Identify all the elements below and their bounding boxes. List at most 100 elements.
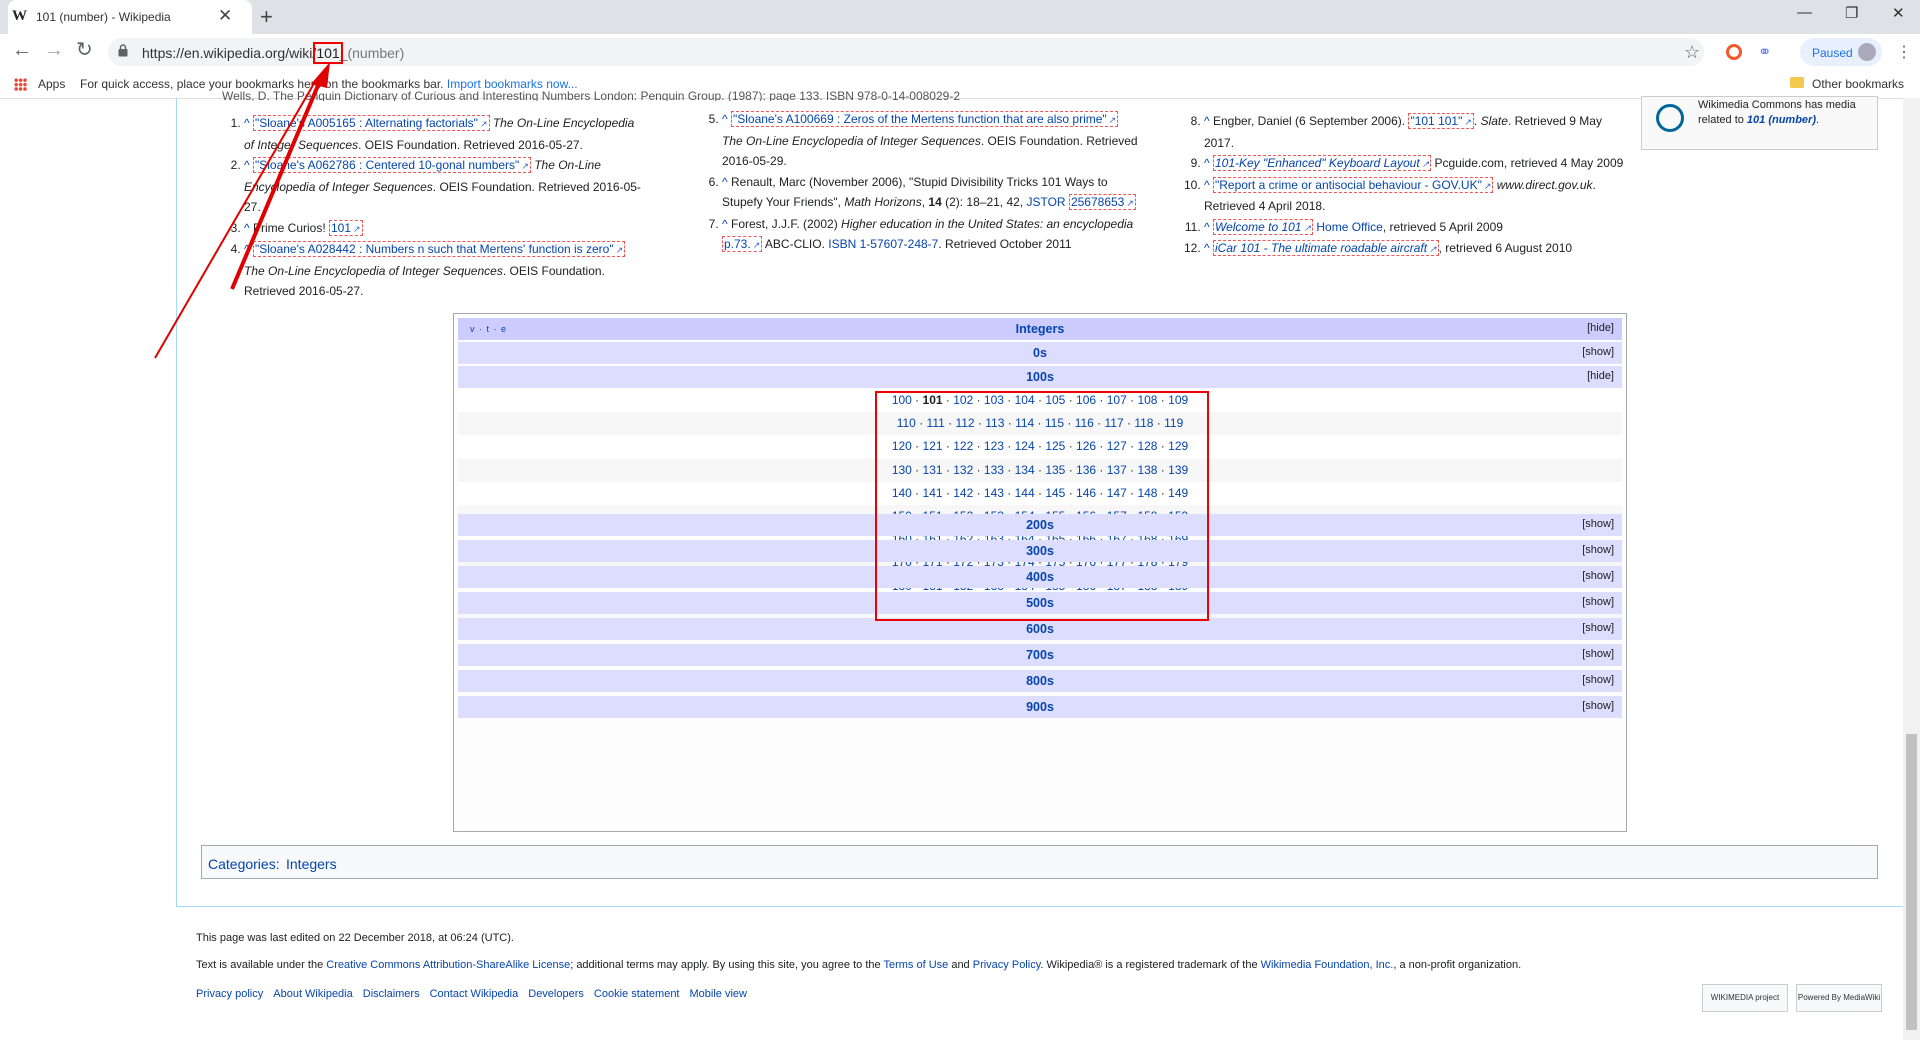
navbox-group-0s: 0s [show] — [458, 342, 1622, 364]
license-text: Text is available under the Creative Com… — [196, 959, 1521, 971]
wikimedia-badge[interactable]: WIKIMEDIA project — [1702, 984, 1788, 1012]
group-toggle[interactable]: [show] — [1582, 570, 1614, 582]
forward-button[interactable]: → — [44, 40, 64, 60]
isbn-link[interactable]: ISBN 1-57607-248-7 — [828, 237, 938, 251]
reference-text: , retrieved 6 August 2010 — [1438, 241, 1573, 255]
footer-link[interactable]: Developers — [528, 988, 584, 1000]
other-bookmarks[interactable]: Other bookmarks — [1812, 77, 1904, 91]
reference-link[interactable]: Welcome to 101 — [1212, 218, 1314, 235]
group-toggle[interactable]: [show] — [1582, 700, 1614, 712]
reference-text: ABC-CLIO. — [762, 237, 829, 251]
navbox-group-900s: 900s [show] — [458, 696, 1622, 718]
extension-ring-icon[interactable] — [1726, 44, 1742, 60]
new-tab-button[interactable]: + — [260, 4, 273, 30]
category-links — [201, 845, 1878, 879]
reference-link[interactable]: 101-Key "Enhanced" Keyboard Layout — [1212, 155, 1432, 171]
group-toggle[interactable]: [show] — [1582, 674, 1614, 686]
group-toggle[interactable]: [show] — [1582, 648, 1614, 660]
cite-backlink[interactable]: ^ — [244, 242, 250, 256]
trademark-pre: . Wikipedia® is a registered trademark o… — [1040, 959, 1261, 971]
mediawiki-badge[interactable]: Powered By MediaWiki — [1796, 984, 1882, 1012]
privacy-policy-link[interactable]: Privacy Policy — [973, 959, 1041, 971]
reload-button[interactable]: ↻ — [76, 40, 93, 60]
apps-label[interactable]: Apps — [38, 77, 65, 91]
cite-backlink[interactable]: ^ — [1204, 220, 1210, 234]
reference-text: , retrieved 5 April 2009 — [1382, 219, 1503, 234]
cite-backlink[interactable]: ^ — [722, 175, 728, 189]
group-toggle[interactable]: [show] — [1582, 346, 1614, 358]
reference-1: ^ "Sloane's A005165 : Alternating factor… — [244, 113, 642, 155]
avatar[interactable] — [1858, 43, 1876, 61]
url-highlight: 101 — [313, 42, 343, 64]
reference-link[interactable]: "Sloane's A100669 : Zeros of the Mertens… — [730, 111, 1119, 127]
jstor-id-link[interactable]: 25678653 — [1068, 194, 1136, 210]
minimize-icon[interactable]: — — [1797, 4, 1812, 21]
group-label[interactable]: 700s — [458, 648, 1622, 662]
cite-backlink[interactable]: ^ — [244, 158, 250, 172]
reference-link[interactable]: "101 101" — [1408, 113, 1474, 129]
apps-grid-icon[interactable] — [14, 78, 27, 91]
cite-backlink[interactable]: ^ — [244, 116, 250, 130]
reference-5: ^ "Sloane's A100669 : Zeros of the Merte… — [722, 109, 1140, 172]
group-toggle[interactable]: [show] — [1582, 622, 1614, 634]
scrollbar-thumb[interactable] — [1906, 734, 1917, 1030]
cite-backlink[interactable]: ^ — [722, 112, 728, 126]
bookmark-star-icon[interactable]: ☆ — [1684, 42, 1700, 63]
reference-text: Forest, J.J.F. (2002) — [730, 216, 842, 231]
references-list: ^ Engber, Daniel (6 September 2006). "10… — [1182, 111, 1632, 260]
cite-backlink[interactable]: ^ — [722, 217, 728, 231]
cite-backlink[interactable]: ^ — [1204, 114, 1210, 128]
license-link[interactable]: Creative Commons Attribution-ShareAlike … — [326, 959, 570, 971]
reference-link[interactable]: "Sloane's A028442 : Numbers n such that … — [252, 241, 626, 257]
group-label[interactable]: 0s — [458, 346, 1622, 360]
references-column-2: ^ "Sloane's A100669 : Zeros of the Merte… — [700, 109, 1140, 256]
category-integers[interactable]: Integers — [286, 856, 337, 872]
cite-backlink[interactable]: ^ — [1204, 241, 1210, 255]
navbox-hide-toggle[interactable]: [hide] — [1587, 322, 1614, 334]
home-office-link[interactable]: Home Office — [1316, 220, 1382, 234]
reference-work: Math Horizons — [844, 195, 922, 209]
foundation-link[interactable]: Wikimedia Foundation, Inc. — [1261, 959, 1394, 971]
reference-link[interactable]: 101 — [329, 219, 363, 236]
reference-link[interactable]: "Sloane's A062786 : Centered 10-gonal nu… — [252, 157, 531, 173]
group-toggle[interactable]: [show] — [1582, 544, 1614, 556]
restore-icon[interactable]: ❐ — [1845, 4, 1858, 22]
reference-link[interactable]: iCar 101 - The ultimate roadable aircraf… — [1212, 240, 1439, 256]
wikimedia-badge-text: WIKIMEDIA project — [1710, 993, 1780, 1002]
page-link[interactable]: p.73. — [722, 236, 763, 252]
categories-label[interactable]: Categories: — [208, 856, 280, 872]
footer-link[interactable]: Mobile view — [690, 988, 747, 1000]
close-tab-icon[interactable]: ✕ — [218, 6, 232, 26]
reference-link[interactable]: "Sloane's A005165 : Alternating factoria… — [252, 115, 490, 131]
reference-3: ^ Prime Curios! 101 — [244, 218, 642, 240]
terms-link[interactable]: Terms of Use — [883, 959, 948, 971]
group-label[interactable]: 900s — [458, 700, 1622, 714]
group-toggle[interactable]: [hide] — [1587, 370, 1614, 382]
group-label[interactable]: 100s — [458, 370, 1622, 384]
menu-kebab-icon[interactable]: ⋮ — [1896, 42, 1912, 62]
cite-backlink[interactable]: ^ — [244, 221, 250, 235]
close-window-icon[interactable]: ✕ — [1892, 4, 1905, 22]
url-text[interactable]: https://en.wikipedia.org/wiki/101_(numbe… — [142, 42, 404, 64]
group-label[interactable]: 800s — [458, 674, 1622, 688]
commons-link[interactable]: 101 (number) — [1747, 114, 1816, 126]
footer-link[interactable]: Cookie statement — [594, 988, 680, 1000]
back-button[interactable]: ← — [12, 40, 32, 60]
extension-puzzle-icon[interactable]: ⚭ — [1758, 42, 1771, 62]
footer-link[interactable]: Contact Wikipedia — [430, 988, 519, 1000]
trademark-post: , a non-profit organization. — [1393, 959, 1522, 971]
footer-link[interactable]: Privacy policy — [196, 988, 263, 1000]
group-toggle[interactable]: [show] — [1582, 518, 1614, 530]
reference-link[interactable]: "Report a crime or antisocial behaviour … — [1212, 176, 1494, 193]
cite-backlink[interactable]: ^ — [1204, 156, 1210, 170]
footer-link[interactable]: Disclaimers — [363, 988, 420, 1000]
navbox-title[interactable]: Integers — [458, 322, 1622, 336]
footer-link[interactable]: About Wikipedia — [273, 988, 353, 1000]
annotation-highlight-box — [875, 391, 1209, 621]
navbox-group-700s: 700s [show] — [458, 644, 1622, 666]
group-toggle[interactable]: [show] — [1582, 596, 1614, 608]
license-mid: ; additional terms may apply. By using t… — [570, 959, 884, 971]
cite-backlink[interactable]: ^ — [1204, 178, 1210, 192]
group-label[interactable]: 600s — [458, 622, 1622, 636]
jstor-link[interactable]: JSTOR — [1026, 195, 1065, 209]
